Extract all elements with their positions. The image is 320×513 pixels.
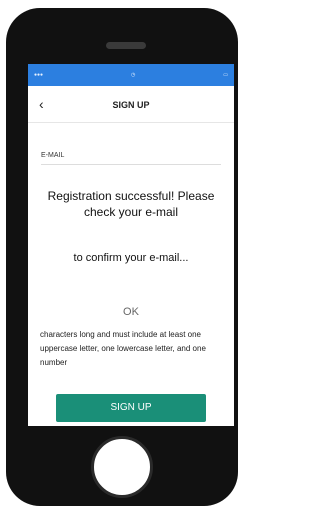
dialog-message: Registration successful! Please check yo… xyxy=(47,189,215,219)
ok-button[interactable]: OK xyxy=(111,304,151,320)
password-hint: characters long and must include at leas… xyxy=(40,330,206,367)
page-title: SIGN UP xyxy=(112,100,150,110)
battery-icon: ▭ xyxy=(223,72,228,78)
clock-icon: ◷ xyxy=(130,72,136,78)
signup-button[interactable]: SIGN UP xyxy=(56,394,206,422)
carrier-signal-icon: ●●● xyxy=(34,72,44,78)
phone-frame: ●●● ◷ ▭ ‹ SIGN UP E-MAIL Registration su… xyxy=(6,8,238,506)
speaker-grille xyxy=(106,42,146,49)
email-label: E-MAIL xyxy=(41,152,65,159)
email-field[interactable] xyxy=(41,164,221,165)
screen-header: ‹ SIGN UP xyxy=(28,86,234,123)
home-button[interactable] xyxy=(91,436,153,498)
dialog-message-secondary: to confirm your e-mail... xyxy=(73,252,189,264)
app-screen: ●●● ◷ ▭ ‹ SIGN UP E-MAIL Registration su… xyxy=(28,64,234,426)
success-dialog: Registration successful! Please check yo… xyxy=(28,174,234,324)
status-bar: ●●● ◷ ▭ xyxy=(28,64,234,86)
